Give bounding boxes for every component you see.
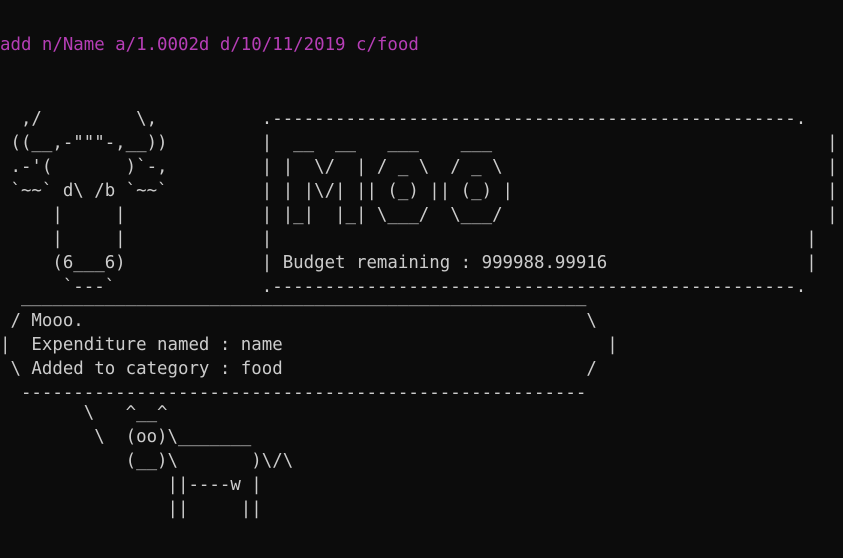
speech-bubble-top: ________________________________________…: [0, 287, 587, 307]
banner-line-1: ,/ \, .---------------------------------…: [0, 109, 807, 129]
banner-line-4: `~~` d\ /b `~~` | | |\/| || (_) || (_) |…: [0, 181, 838, 201]
banner-line-3: .-'( )`-, | | \/ | / _ \ / _ \ |: [0, 157, 838, 177]
banner-line-6: | | | |: [0, 229, 817, 249]
command-line: add n/Name a/1.0002d d/10/11/2019 c/food: [0, 35, 419, 55]
cow-ascii-line-2: \ (oo)\_______: [0, 427, 252, 447]
cow-ascii-line-3: (__)\ )\/\: [0, 451, 294, 471]
cow-ascii-line-5: || ||: [0, 499, 262, 519]
cow-ascii-line-1: \ ^__^: [0, 403, 168, 423]
speech-bubble-line-2: | Expenditure named : name |: [0, 335, 618, 355]
speech-bubble-line-3: \ Added to category : food /: [0, 359, 597, 379]
terminal-window[interactable]: add n/Name a/1.0002d d/10/11/2019 c/food…: [0, 0, 843, 558]
speech-bubble-line-1: / Mooo. \: [0, 311, 597, 331]
banner-line-7: (6___6) | Budget remaining : 999988.9991…: [0, 253, 817, 273]
banner-line-5: | | | |_| |_| \___/ \___/ |: [0, 205, 838, 225]
banner-line-2: ((__,-"""-,__)) | __ __ ___ ___ |: [0, 133, 838, 153]
cow-ascii-line-4: ||----w |: [0, 475, 262, 495]
